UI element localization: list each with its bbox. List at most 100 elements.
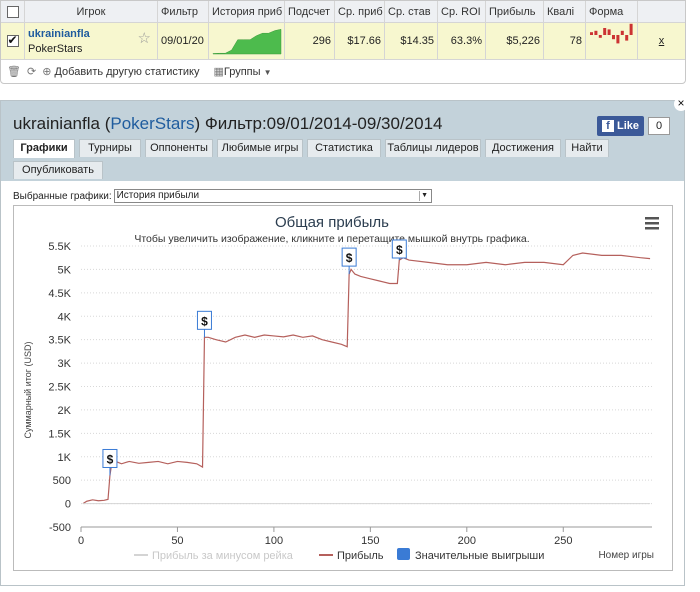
groups-label: Группы — [223, 65, 261, 78]
trash-icon[interactable]: 🗑 — [7, 65, 21, 78]
tab-achievements[interactable]: Достижения — [485, 139, 561, 157]
avg-stake-cell: $14.35 — [385, 23, 438, 59]
player-site: PokerStars — [28, 42, 83, 55]
form-chart — [590, 23, 633, 43]
tab-opponents[interactable]: Оппоненты — [145, 139, 213, 157]
select-all-checkbox[interactable] — [6, 5, 19, 18]
groups-icon: ▦ — [213, 65, 224, 78]
row-checkbox-cell[interactable] — [1, 23, 25, 59]
tab-charts[interactable]: Графики — [13, 139, 75, 158]
menu-bar — [645, 222, 659, 225]
stats-table: Игрок Фильтр История приб Подсчет Ср. пр… — [0, 0, 686, 84]
x-tick-label: 50 — [171, 535, 183, 547]
col-profit-history[interactable]: История приб — [209, 1, 285, 22]
y-tick-label: 500 — [53, 475, 71, 487]
stats-header-row: Игрок Фильтр История приб Подсчет Ср. пр… — [1, 1, 685, 23]
chart-select[interactable]: История прибыли ▼ — [113, 189, 432, 203]
big-win-dollar: $ — [396, 243, 403, 257]
tab-search[interactable]: Найти — [565, 139, 609, 157]
plus-icon: ⊕ — [42, 65, 52, 78]
chart-menu-icon[interactable] — [645, 217, 659, 230]
form-bar — [616, 34, 620, 43]
x-tick-label: 100 — [265, 535, 283, 547]
groups-button[interactable]: ▦Группы ▼ — [213, 65, 271, 78]
x-tick-label: 0 — [78, 535, 84, 547]
facebook-like[interactable]: f Like 0 — [597, 116, 671, 136]
legend-bigwin-label[interactable]: Значительные выигрыши — [415, 550, 544, 562]
stats-toolbar: 🗑 ⟳ ⊕ Добавить другую статистику ▦Группы… — [1, 60, 685, 82]
facebook-icon: f — [602, 120, 614, 132]
y-tick-label: 2K — [58, 405, 72, 417]
tab-statistics[interactable]: Статистика — [307, 139, 381, 157]
form-bar — [594, 30, 598, 35]
player-cell[interactable]: ukrainianfla PokerStars ☆ — [25, 23, 158, 59]
form-bar — [612, 34, 615, 39]
chart-grid: -500 0 500 1K 1.5K 2K 2.5K 3K 3.5K 4K 4.5K 5K 5.5K 0 5… — [48, 241, 652, 547]
col-count[interactable]: Подсчет — [285, 1, 335, 22]
y-tick-label: 3K — [58, 358, 72, 370]
y-tick-label: 5K — [58, 264, 72, 276]
table-row[interactable]: ukrainianfla PokerStars ☆ 09/01/20 296 $… — [1, 23, 685, 60]
chart-legend[interactable]: Прибыль за минусом рейка Прибыль Значите… — [134, 548, 544, 562]
chart-select-label: Выбранные графики: — [13, 190, 112, 202]
tab-publish[interactable]: Опубликовать — [13, 161, 103, 179]
col-profit[interactable]: Прибыль — [486, 1, 544, 22]
tab-tournaments[interactable]: Турниры — [79, 139, 141, 157]
y-tick-label: 1.5K — [48, 428, 71, 440]
add-stats-button[interactable]: ⊕ Добавить другую статистику — [42, 65, 199, 78]
title-site-link[interactable]: PokerStars — [110, 114, 194, 133]
col-avg-roi[interactable]: Ср. ROI — [438, 1, 486, 22]
form-bar — [620, 30, 624, 35]
col-form[interactable]: Форма — [586, 1, 638, 22]
col-avg-stake[interactable]: Ср. став — [385, 1, 438, 22]
col-filter[interactable]: Фильтр — [158, 1, 209, 22]
form-bar — [590, 31, 593, 35]
form-bar — [598, 34, 602, 38]
chevron-down-icon: ▼ — [263, 67, 272, 77]
y-tick-label: 0 — [65, 499, 71, 511]
profit-history-sparkline — [209, 23, 285, 59]
title-player: ukrainianfla — [13, 114, 100, 133]
remove-row-button[interactable]: x — [638, 23, 685, 59]
fb-like-label: Like — [617, 120, 640, 132]
player-panel: ukrainianfla (PokerStars) Фильтр:09/01/2… — [0, 97, 688, 586]
avg-roi-cell: 63.3% — [438, 23, 486, 59]
col-quality[interactable]: Квалі — [544, 1, 586, 22]
chart-select-value: История прибыли — [116, 190, 200, 201]
filter-cell: 09/01/20 — [158, 23, 209, 59]
form-bar — [607, 28, 611, 35]
y-tick-label: 3.5K — [48, 335, 71, 347]
sparkline-chart — [212, 28, 282, 54]
select-all-cell[interactable] — [1, 1, 25, 22]
chart-markers[interactable]: $ $ $ $ — [102, 239, 407, 476]
star-icon[interactable]: ☆ — [138, 29, 151, 47]
chart-subtitle: Чтобы увеличить изображение, кликните и … — [134, 233, 529, 245]
panel-title: ukrainianfla (PokerStars) Фильтр:09/01/2… — [13, 114, 443, 134]
profit-line — [82, 252, 651, 505]
chart-title: Общая прибыль — [275, 214, 389, 231]
x-tick-label: 200 — [458, 535, 476, 547]
col-player[interactable]: Игрок — [25, 1, 158, 22]
legend-profit-label[interactable]: Прибыль — [337, 550, 384, 562]
tab-favorite-games[interactable]: Любимые игры — [217, 139, 303, 157]
y-axis-label: Суммарный итог (USD) — [23, 341, 33, 438]
tab-leaderboards[interactable]: Таблицы лидеров — [385, 139, 481, 157]
y-tick-label: -500 — [49, 522, 71, 534]
profit-chart-container[interactable]: Общая прибыль Чтобы увеличить изображени… — [13, 205, 673, 571]
refresh-icon[interactable]: ⟳ — [27, 65, 36, 78]
row-checkbox[interactable] — [6, 33, 19, 47]
profit-chart[interactable]: Общая прибыль Чтобы увеличить изображени… — [14, 206, 672, 570]
close-icon[interactable]: × — [674, 97, 688, 111]
col-avg-profit[interactable]: Ср. приб — [335, 1, 385, 22]
form-bar — [629, 23, 633, 35]
fb-like-button[interactable]: f Like — [597, 116, 645, 136]
chart-select-row: Выбранные графики: История прибыли ▼ — [13, 189, 432, 203]
player-name-link[interactable]: ukrainianfla — [28, 28, 90, 40]
legend-rake-label[interactable]: Прибыль за минусом рейка — [152, 550, 294, 562]
x-tick-label: 150 — [361, 535, 379, 547]
count-cell: 296 — [285, 23, 335, 59]
sparkline-area — [212, 28, 282, 54]
menu-bar — [645, 227, 659, 230]
form-bar — [603, 27, 607, 35]
chart-series — [82, 252, 651, 505]
